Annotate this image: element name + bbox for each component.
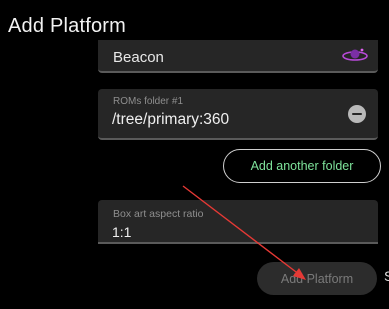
remove-circle-icon[interactable] <box>348 105 366 123</box>
add-platform-button[interactable]: Add Platform <box>257 262 377 295</box>
box-art-aspect-label: Box art aspect ratio <box>113 208 204 220</box>
box-art-aspect-field[interactable]: Box art aspect ratio 1:1 <box>98 200 378 244</box>
box-art-aspect-value: 1:1 <box>112 224 132 240</box>
roms-folder-value: /tree/primary:360 <box>112 111 230 128</box>
roms-folder-field[interactable]: ROMs folder #1 /tree/primary:360 <box>98 89 378 140</box>
platform-value: Beacon <box>113 49 164 66</box>
edge-glyph: S <box>384 268 389 284</box>
platform-field[interactable]: Beacon <box>98 40 378 73</box>
planet-logo-icon <box>342 48 368 61</box>
roms-folder-label: ROMs folder #1 <box>113 96 184 107</box>
add-another-folder-button[interactable]: Add another folder <box>223 149 381 183</box>
page-title: Add Platform <box>8 15 127 37</box>
